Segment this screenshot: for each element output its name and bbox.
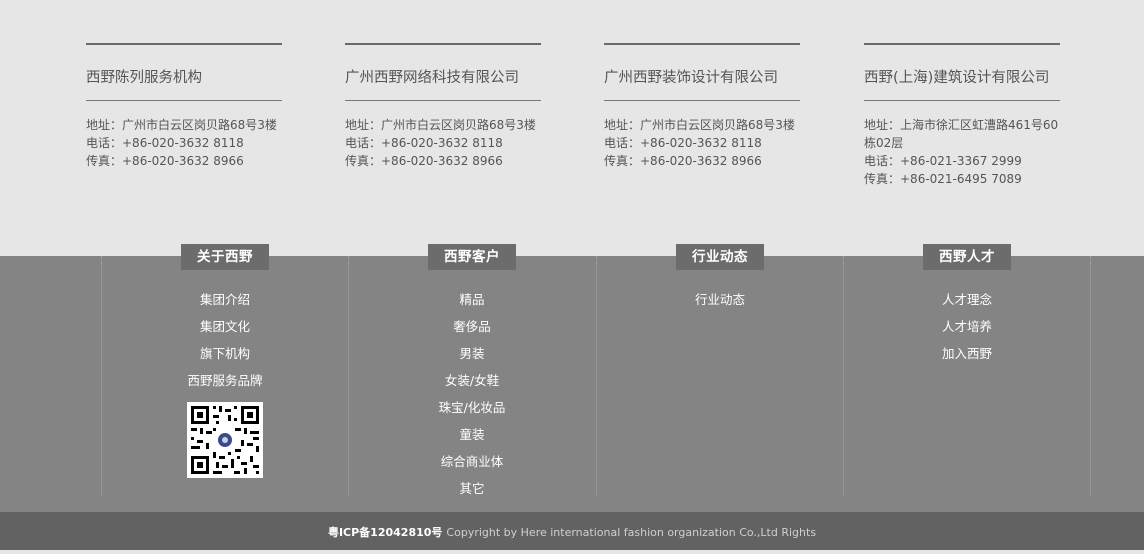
nav-link[interactable]: 精品 [348, 286, 596, 313]
qr-code-icon [187, 402, 263, 478]
nav-link[interactable]: 珠宝/化妆品 [348, 394, 596, 421]
nav-column-careers: 西野人才 人才理念 人才培养 加入西野 [843, 244, 1091, 367]
nav-column-about: 关于西野 集团介绍 集团文化 旗下机构 西野服务品牌 [101, 244, 349, 478]
divider [864, 100, 1060, 101]
company-name: 西野(上海)建筑设计有限公司 [864, 70, 1050, 86]
company-phone: 电话：+86-020-3632 8118 [86, 136, 244, 150]
company-address: 地址：广州市白云区岗贝路68号3楼 [604, 118, 795, 132]
nav-link[interactable]: 西野服务品牌 [101, 367, 349, 394]
company-fax: 传真：+86-020-3632 8966 [86, 154, 244, 168]
nav-link[interactable]: 人才培养 [843, 313, 1091, 340]
company-block-3: 广州西野装饰设计有限公司 地址：广州市白云区岗贝路68号3楼 电话：+86-02… [604, 43, 800, 170]
company-fax: 传真：+86-020-3632 8966 [345, 154, 503, 168]
company-phone: 电话：+86-021-3367 2999 [864, 154, 1022, 168]
divider [345, 100, 541, 101]
copyright-bar: 粤ICP备12042810号 Copyright by Here internat… [0, 512, 1144, 550]
nav-link[interactable]: 集团文化 [101, 313, 349, 340]
company-fax: 传真：+86-021-6495 7089 [864, 172, 1022, 186]
company-info: 地址：上海市徐汇区虹漕路461号60栋02层 电话：+86-021-3367 2… [864, 116, 1060, 188]
copyright-text: Copyright by Here international fashion … [446, 526, 817, 539]
nav-link[interactable]: 集团介绍 [101, 286, 349, 313]
icp-license-link[interactable]: 粤ICP备12042810号 [328, 526, 442, 539]
nav-column-title[interactable]: 关于西野 [181, 244, 269, 270]
nav-column-title[interactable]: 行业动态 [676, 244, 764, 270]
company-info: 地址：广州市白云区岗贝路68号3楼 电话：+86-020-3632 8118 传… [604, 116, 800, 170]
company-block-4: 西野(上海)建筑设计有限公司 地址：上海市徐汇区虹漕路461号60栋02层 电话… [864, 43, 1060, 188]
divider [345, 43, 541, 45]
divider [86, 100, 282, 101]
company-fax: 传真：+86-020-3632 8966 [604, 154, 762, 168]
nav-link[interactable]: 童装 [348, 421, 596, 448]
nav-column-title[interactable]: 西野客户 [428, 244, 516, 270]
nav-link-list: 人才理念 人才培养 加入西野 [843, 286, 1091, 367]
company-info: 地址：广州市白云区岗贝路68号3楼 电话：+86-020-3632 8118 传… [86, 116, 282, 170]
company-name: 广州西野装饰设计有限公司 [604, 70, 778, 86]
nav-link[interactable]: 行业动态 [596, 286, 844, 313]
nav-link[interactable]: 旗下机构 [101, 340, 349, 367]
company-address: 地址：上海市徐汇区虹漕路461号60栋02层 [864, 118, 1059, 150]
divider [864, 43, 1060, 45]
nav-column-clients: 西野客户 精品 奢侈品 男装 女装/女鞋 珠宝/化妆品 童装 综合商业体 其它 [348, 244, 596, 502]
qr-code-image [187, 402, 263, 478]
divider [86, 43, 282, 45]
nav-link[interactable]: 综合商业体 [348, 448, 596, 475]
nav-link-list: 集团介绍 集团文化 旗下机构 西野服务品牌 [101, 286, 349, 394]
company-address: 地址：广州市白云区岗贝路68号3楼 [86, 118, 277, 132]
divider [604, 43, 800, 45]
nav-link-list: 精品 奢侈品 男装 女装/女鞋 珠宝/化妆品 童装 综合商业体 其它 [348, 286, 596, 502]
company-address: 地址：广州市白云区岗贝路68号3楼 [345, 118, 536, 132]
company-block-1: 西野陈列服务机构 地址：广州市白云区岗贝路68号3楼 电话：+86-020-36… [86, 43, 282, 170]
company-info: 地址：广州市白云区岗贝路68号3楼 电话：+86-020-3632 8118 传… [345, 116, 541, 170]
divider [604, 100, 800, 101]
nav-column-title[interactable]: 西野人才 [923, 244, 1011, 270]
company-phone: 电话：+86-020-3632 8118 [604, 136, 762, 150]
nav-link[interactable]: 加入西野 [843, 340, 1091, 367]
nav-link[interactable]: 其它 [348, 475, 596, 502]
nav-link[interactable]: 男装 [348, 340, 596, 367]
nav-link[interactable]: 人才理念 [843, 286, 1091, 313]
nav-column-news: 行业动态 行业动态 [596, 244, 844, 313]
nav-link[interactable]: 女装/女鞋 [348, 367, 596, 394]
company-name: 广州西野网络科技有限公司 [345, 70, 519, 86]
company-phone: 电话：+86-020-3632 8118 [345, 136, 503, 150]
nav-link[interactable]: 奢侈品 [348, 313, 596, 340]
nav-link-list: 行业动态 [596, 286, 844, 313]
company-name: 西野陈列服务机构 [86, 70, 202, 86]
footer-nav: 关于西野 集团介绍 集团文化 旗下机构 西野服务品牌 西野客户 精品 奢侈品 男… [0, 244, 1144, 512]
company-block-2: 广州西野网络科技有限公司 地址：广州市白云区岗贝路68号3楼 电话：+86-02… [345, 43, 541, 170]
company-contacts-section: 西野陈列服务机构 地址：广州市白云区岗贝路68号3楼 电话：+86-020-36… [0, 0, 1144, 256]
